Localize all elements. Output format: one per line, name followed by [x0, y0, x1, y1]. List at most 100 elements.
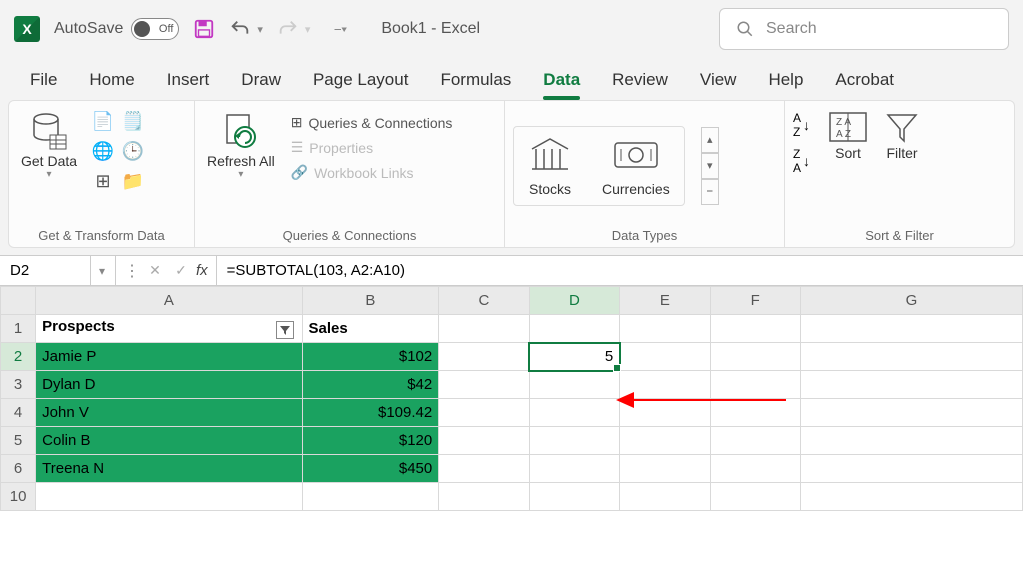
cell-B1[interactable]: Sales: [302, 315, 439, 343]
stocks-data-type[interactable]: Stocks: [528, 135, 572, 197]
cell-B5[interactable]: $120: [302, 427, 439, 455]
cell-G2[interactable]: [800, 343, 1022, 371]
cell-F6[interactable]: [710, 455, 800, 483]
row-header-6[interactable]: 6: [1, 455, 36, 483]
cell-G6[interactable]: [800, 455, 1022, 483]
sort-desc-button[interactable]: ZA↓: [793, 147, 810, 175]
cell-C6[interactable]: [439, 455, 529, 483]
tab-draw[interactable]: Draw: [225, 62, 297, 98]
cell-F5[interactable]: [710, 427, 800, 455]
col-header-C[interactable]: C: [439, 287, 529, 315]
refresh-all-button[interactable]: Refresh All ▾: [203, 107, 279, 182]
cell-E5[interactable]: [620, 427, 710, 455]
currencies-data-type[interactable]: Currencies: [602, 135, 670, 197]
cell-B6[interactable]: $450: [302, 455, 439, 483]
cell-C3[interactable]: [439, 371, 529, 399]
cell-C5[interactable]: [439, 427, 529, 455]
tab-acrobat[interactable]: Acrobat: [819, 62, 910, 98]
cell-A6[interactable]: Treena N: [36, 455, 302, 483]
cell-D5[interactable]: [529, 427, 620, 455]
cell-G1[interactable]: [800, 315, 1022, 343]
tab-page-layout[interactable]: Page Layout: [297, 62, 424, 98]
queries-connections-button[interactable]: ⊞ Queries & Connections: [287, 111, 457, 134]
from-web-icon[interactable]: 🗒️: [119, 107, 147, 135]
cell-C1[interactable]: [439, 315, 529, 343]
col-header-G[interactable]: G: [800, 287, 1022, 315]
spreadsheet-grid[interactable]: A B C D E F G 1 Prospects Sales 2: [0, 286, 1023, 511]
row-header-1[interactable]: 1: [1, 315, 36, 343]
cell-D4[interactable]: [529, 399, 620, 427]
formula-input[interactable]: =SUBTOTAL(103, A2:A10): [217, 256, 1023, 285]
cell-D6[interactable]: [529, 455, 620, 483]
tab-file[interactable]: File: [14, 62, 73, 98]
col-header-B[interactable]: B: [302, 287, 439, 315]
cell-C10[interactable]: [439, 483, 529, 511]
cell-E2[interactable]: [620, 343, 710, 371]
tab-review[interactable]: Review: [596, 62, 684, 98]
cell-B10[interactable]: [302, 483, 439, 511]
cell-B3[interactable]: $42: [302, 371, 439, 399]
get-data-button[interactable]: Get Data ▾: [17, 107, 81, 182]
cell-A2[interactable]: Jamie P: [36, 343, 302, 371]
tab-view[interactable]: View: [684, 62, 753, 98]
cell-F2[interactable]: [710, 343, 800, 371]
tab-formulas[interactable]: Formulas: [424, 62, 527, 98]
row-header-10[interactable]: 10: [1, 483, 36, 511]
tab-help[interactable]: Help: [752, 62, 819, 98]
cell-D10[interactable]: [529, 483, 620, 511]
cell-D2[interactable]: 5: [529, 343, 620, 371]
from-text-icon[interactable]: 📄: [89, 107, 117, 135]
cell-G5[interactable]: [800, 427, 1022, 455]
name-box-dropdown-icon[interactable]: ▾: [90, 256, 105, 285]
cell-G4[interactable]: [800, 399, 1022, 427]
cell-G10[interactable]: [800, 483, 1022, 511]
search-box[interactable]: Search: [719, 8, 1009, 50]
cell-B4[interactable]: $109.42: [302, 399, 439, 427]
gallery-nav[interactable]: ▴ ▾ ⎯: [701, 127, 719, 205]
row-header-4[interactable]: 4: [1, 399, 36, 427]
redo-button[interactable]: ▾: [277, 18, 311, 40]
cell-A10[interactable]: [36, 483, 302, 511]
cell-F10[interactable]: [710, 483, 800, 511]
from-table-icon[interactable]: 🌐: [89, 137, 117, 165]
cell-G3[interactable]: [800, 371, 1022, 399]
cancel-formula-icon[interactable]: ✕: [144, 262, 166, 279]
cell-A3[interactable]: Dylan D: [36, 371, 302, 399]
cell-F1[interactable]: [710, 315, 800, 343]
fx-more-icon[interactable]: ⋮: [124, 261, 140, 281]
fx-icon[interactable]: fx: [196, 262, 208, 279]
from-picture-icon[interactable]: 📁: [119, 167, 147, 195]
cell-B2[interactable]: $102: [302, 343, 439, 371]
undo-button[interactable]: ▾: [229, 18, 263, 40]
save-button[interactable]: [193, 18, 215, 40]
cell-D3[interactable]: [529, 371, 620, 399]
filter-button[interactable]: Filter: [880, 107, 924, 163]
qat-overflow[interactable]: ⎯▾: [334, 21, 347, 37]
cell-A4[interactable]: John V: [36, 399, 302, 427]
col-header-E[interactable]: E: [620, 287, 710, 315]
row-header-3[interactable]: 3: [1, 371, 36, 399]
select-all-corner[interactable]: [1, 287, 36, 315]
col-header-D[interactable]: D: [529, 287, 620, 315]
cell-E10[interactable]: [620, 483, 710, 511]
tab-home[interactable]: Home: [73, 62, 150, 98]
cell-E1[interactable]: [620, 315, 710, 343]
sort-button[interactable]: Z AA Z Sort: [824, 107, 872, 163]
gallery-more-icon[interactable]: ⎯: [701, 179, 719, 205]
accept-formula-icon[interactable]: ✓: [170, 262, 192, 279]
col-header-F[interactable]: F: [710, 287, 800, 315]
gallery-down-icon[interactable]: ▾: [701, 153, 719, 179]
row-header-2[interactable]: 2: [1, 343, 36, 371]
cell-A1[interactable]: Prospects: [36, 315, 302, 343]
autosave-control[interactable]: AutoSave Off: [54, 18, 179, 40]
name-box[interactable]: D2 ▾: [0, 256, 116, 285]
filter-dropdown-icon[interactable]: [276, 321, 294, 339]
row-header-5[interactable]: 5: [1, 427, 36, 455]
cell-D1[interactable]: [529, 315, 620, 343]
tab-insert[interactable]: Insert: [151, 62, 226, 98]
autosave-toggle[interactable]: Off: [131, 18, 179, 40]
cell-A5[interactable]: Colin B: [36, 427, 302, 455]
col-header-A[interactable]: A: [36, 287, 302, 315]
existing-conn-icon[interactable]: ⊞: [89, 167, 117, 195]
cell-C4[interactable]: [439, 399, 529, 427]
